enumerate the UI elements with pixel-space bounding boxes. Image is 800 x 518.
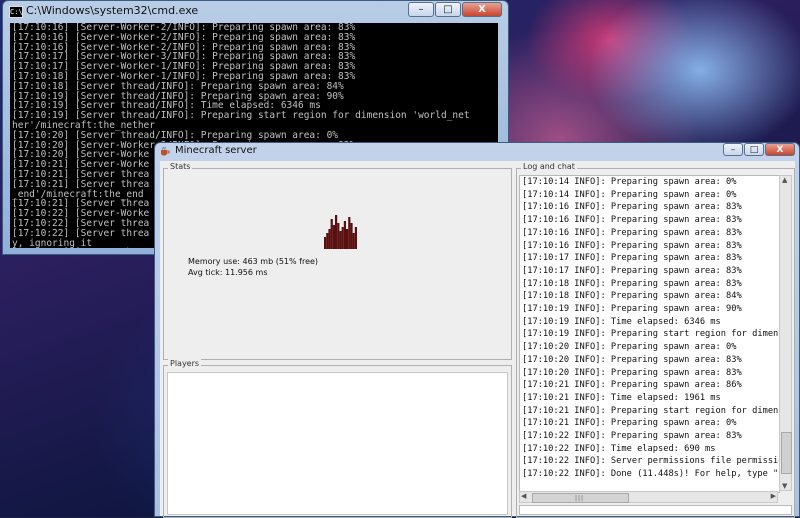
graph-bar [332, 225, 335, 249]
log-line: [17:10:17 INFO]: Preparing spawn area: 8… [522, 265, 742, 276]
log-line: [17:10:21 INFO]: Preparing start region … [522, 405, 780, 416]
log-line: [17:10:22 INFO]: Done (11.448s)! For hel… [522, 469, 780, 480]
maximize-button[interactable]: □ [744, 143, 764, 156]
scroll-up-icon[interactable]: ▲ [782, 176, 787, 184]
scroll-down-icon[interactable]: ▼ [782, 482, 787, 490]
minimize-button[interactable]: – [723, 143, 743, 156]
log-line: [17:10:16 INFO]: Preparing spawn area: 8… [522, 215, 742, 226]
java-cup-icon [161, 146, 170, 156]
command-input[interactable] [519, 505, 792, 515]
graph-bar [326, 233, 329, 249]
players-panel: Players [163, 359, 512, 518]
log-line: [17:10:16 INFO]: Preparing spawn area: 8… [522, 227, 742, 238]
log-horizontal-scrollbar[interactable]: ◀ ||| ▶ [519, 491, 778, 503]
log-panel: Log and chat [17:10:14 INFO]: Preparing … [516, 162, 795, 518]
minimize-button[interactable]: – [408, 2, 434, 17]
log-line: [17:10:20 INFO]: Preparing spawn area: 8… [522, 367, 742, 378]
scroll-right-icon[interactable]: ▶ [771, 492, 776, 500]
memory-use-text: Memory use: 463 mb (51% free) [188, 257, 319, 266]
log-output[interactable]: [17:10:14 INFO]: Preparing spawn area: 0… [519, 175, 780, 493]
close-button[interactable]: X [462, 2, 502, 17]
maximize-button[interactable]: □ [435, 2, 461, 17]
log-line: [17:10:14 INFO]: Preparing spawn area: 0… [522, 189, 737, 200]
graph-bar [352, 233, 355, 249]
graph-bar [324, 237, 327, 249]
graph-bar [337, 223, 340, 249]
vertical-scroll-thumb[interactable] [781, 432, 792, 474]
avg-tick-text: Avg tick: 11.956 ms [188, 268, 268, 277]
graph-bar [350, 223, 353, 249]
graph-bar [346, 229, 349, 249]
tick-graph [324, 215, 357, 249]
log-line: [17:10:22 INFO]: Server permissions file… [522, 456, 780, 467]
graph-bar [343, 221, 346, 249]
stats-label: Stats [168, 162, 193, 171]
server-window-title: Minecraft server [175, 145, 257, 156]
horizontal-scroll-thumb[interactable]: ||| [532, 493, 629, 503]
log-line: [17:10:20 INFO]: Preparing spawn area: 8… [522, 354, 742, 365]
log-line: [17:10:16 INFO]: Preparing spawn area: 8… [522, 202, 742, 213]
log-line: [17:10:22 INFO]: Time elapsed: 690 ms [522, 443, 716, 454]
cmd-window-title: C:\Windows\system32\cmd.exe [26, 4, 199, 17]
cmd-titlebar[interactable]: C:\ C:\Windows\system32\cmd.exe – □ X [3, 1, 508, 21]
log-label: Log and chat [521, 162, 577, 171]
graph-bar [348, 217, 351, 249]
minecraft-server-window[interactable]: Minecraft server – □ X Stats Memory use:… [154, 142, 800, 518]
stats-panel: Stats Memory use: 463 mb (51% free) Avg … [163, 162, 512, 360]
log-line: [17:10:19 INFO]: Preparing start region … [522, 329, 780, 340]
cmd-icon: C:\ [9, 6, 23, 18]
log-vertical-scrollbar[interactable]: ▲ ▼ [779, 175, 792, 491]
log-line: [17:10:19 INFO]: Time elapsed: 6346 ms [522, 316, 721, 327]
grip-icon: ||| [575, 495, 585, 502]
server-client-area: Stats Memory use: 463 mb (51% free) Avg … [160, 161, 795, 518]
log-line: [17:10:14 INFO]: Preparing spawn area: 0… [522, 177, 737, 187]
graph-bar [339, 231, 342, 249]
log-line: [17:10:17 INFO]: Preparing spawn area: 8… [522, 253, 742, 264]
log-line: [17:10:18 INFO]: Preparing spawn area: 8… [522, 291, 742, 302]
log-line: [17:10:21 INFO]: Time elapsed: 1961 ms [522, 392, 721, 403]
graph-bar [341, 227, 344, 249]
scroll-left-icon[interactable]: ◀ [521, 492, 526, 500]
graph-bar [354, 227, 357, 249]
log-line: [17:10:16 INFO]: Preparing spawn area: 8… [522, 240, 742, 251]
players-list[interactable] [167, 372, 508, 515]
players-label: Players [168, 359, 202, 368]
graph-bar [328, 229, 331, 249]
server-titlebar[interactable]: Minecraft server – □ X [155, 143, 799, 159]
graph-bar [330, 219, 333, 249]
log-line: [17:10:20 INFO]: Preparing spawn area: 0… [522, 342, 737, 353]
log-line: [17:10:18 INFO]: Preparing spawn area: 8… [522, 278, 742, 289]
log-line: [17:10:21 INFO]: Preparing spawn area: 0… [522, 418, 737, 429]
close-button[interactable]: X [765, 143, 795, 156]
log-line: [17:10:19 INFO]: Preparing spawn area: 9… [522, 304, 742, 315]
log-line: [17:10:22 INFO]: Preparing spawn area: 8… [522, 431, 742, 442]
log-line: [17:10:21 INFO]: Preparing spawn area: 8… [522, 380, 742, 391]
graph-bar [335, 215, 338, 249]
